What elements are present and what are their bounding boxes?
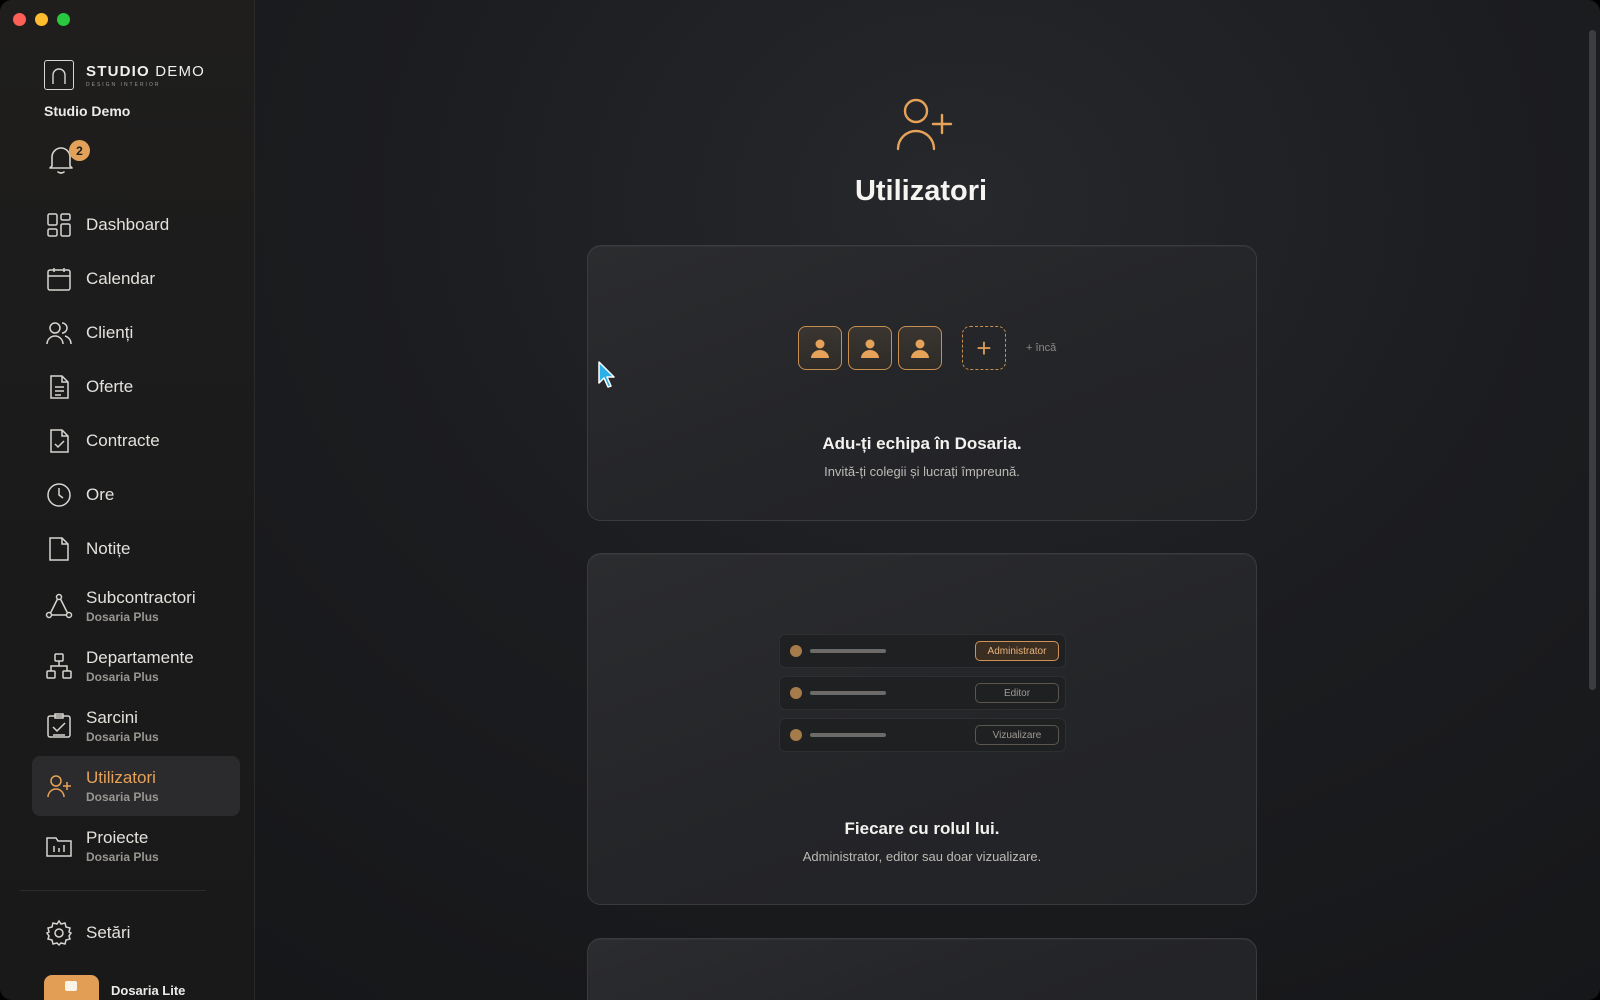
sidebar-item-label: Dashboard (86, 215, 170, 234)
mouse-cursor-icon (598, 361, 615, 388)
member-avatar (798, 326, 842, 370)
member-avatar (848, 326, 892, 370)
studio-name: Studio Demo (44, 103, 131, 119)
brand[interactable]: STUDIO DEMO DESIGN INTERIOR (44, 60, 205, 90)
sidebar-item-label: Notițe (86, 539, 131, 558)
sidebar-item-label: Utilizatori (86, 768, 156, 787)
plan-tag: Dosaria Plus (86, 850, 159, 864)
app-window: STUDIO DEMO DESIGN INTERIOR Studio Demo … (0, 0, 1600, 1000)
add-member-button[interactable]: + (962, 326, 1006, 370)
zoom-window-button[interactable] (57, 13, 70, 26)
sidebar-item-clienti[interactable]: Clienți (32, 306, 240, 360)
person-icon (911, 339, 929, 358)
role-row: Administrator (779, 634, 1066, 668)
sidebar-item-label: Proiecte (86, 828, 149, 847)
sidebar-item-dashboard[interactable]: Dashboard (32, 198, 240, 252)
team-avatars: + + încă (798, 326, 1056, 370)
brand-logo-icon (44, 60, 74, 90)
sidebar-item-sarcini[interactable]: Sarcini Dosaria Plus (32, 696, 240, 756)
role-chip-editor: Editor (975, 683, 1059, 703)
plan-badge[interactable]: Dosaria Lite (44, 975, 185, 1000)
sidebar-item-subcontractori[interactable]: Subcontractori Dosaria Plus (32, 576, 240, 636)
sidebar-item-oferte[interactable]: Oferte (32, 360, 240, 414)
notification-count-badge: 2 (69, 140, 90, 161)
note-icon (45, 535, 73, 563)
main-content: Utilizatori + + încă Adu-ți echipa în Do… (256, 0, 1586, 1000)
roles-card[interactable]: Administrator Editor Vizualizare Fiecare… (587, 553, 1257, 905)
sidebar-item-calendar[interactable]: Calendar (32, 252, 240, 306)
sidebar-item-notite[interactable]: Notițe (32, 522, 240, 576)
next-card[interactable] (587, 938, 1257, 1000)
window-controls (13, 13, 70, 26)
clock-icon (45, 481, 73, 509)
plan-tag: Dosaria Plus (86, 670, 159, 684)
role-chip-administrator: Administrator (975, 641, 1059, 661)
sidebar-item-ore[interactable]: Ore (32, 468, 240, 522)
sidebar-item-label: Ore (86, 485, 115, 504)
sidebar-item-label: Departamente (86, 648, 194, 667)
name-placeholder (810, 691, 886, 695)
plus-icon: + (976, 332, 992, 363)
roles-preview: Administrator Editor Vizualizare (779, 634, 1066, 760)
org-chart-icon (45, 652, 73, 680)
gear-icon (45, 919, 73, 947)
member-avatar (898, 326, 942, 370)
more-members-label: + încă (1026, 342, 1057, 354)
sidebar-nav: Dashboard Calendar Clienți Oferte Contra… (32, 198, 240, 876)
sidebar-item-departamente[interactable]: Departamente Dosaria Plus (32, 636, 240, 696)
role-row: Editor (779, 676, 1066, 710)
sidebar-item-label: Sarcini (86, 708, 138, 727)
tasks-icon (45, 712, 73, 740)
user-dot (790, 645, 802, 657)
person-icon (861, 339, 879, 358)
plan-tag: Dosaria Plus (86, 610, 159, 624)
plan-tag: Dosaria Plus (86, 790, 159, 804)
user-dot (790, 729, 802, 741)
sidebar-divider (20, 890, 206, 891)
sidebar-item-label: Clienți (86, 323, 134, 342)
sidebar-item-label: Setări (86, 923, 131, 942)
user-dot (790, 687, 802, 699)
minimize-window-button[interactable] (35, 13, 48, 26)
sidebar-item-label: Subcontractori (86, 588, 196, 607)
sidebar: STUDIO DEMO DESIGN INTERIOR Studio Demo … (0, 0, 255, 1000)
plan-label: Dosaria Lite (111, 982, 186, 998)
plan-tag: Dosaria Plus (86, 730, 159, 744)
card-title: Adu-ți echipa în Dosaria. (822, 434, 1022, 453)
sidebar-item-setari[interactable]: Setări (45, 919, 130, 947)
sidebar-item-label: Contracte (86, 431, 160, 450)
invite-team-card[interactable]: + + încă Adu-ți echipa în Dosaria. Invit… (587, 245, 1257, 521)
name-placeholder (810, 733, 886, 737)
person-icon (811, 339, 829, 358)
sidebar-item-proiecte[interactable]: Proiecte Dosaria Plus (32, 816, 240, 876)
role-row: Vizualizare (779, 718, 1066, 752)
user-plus-icon (45, 772, 73, 800)
brand-tagline: DESIGN INTERIOR (86, 81, 161, 88)
scrollbar[interactable] (1589, 30, 1596, 690)
brand-name: STUDIO DEMO (86, 62, 206, 80)
sidebar-item-contracte[interactable]: Contracte (32, 414, 240, 468)
page-title: Utilizatori (854, 175, 988, 207)
name-placeholder (810, 649, 886, 653)
plan-icon (44, 975, 99, 1000)
card-title: Fiecare cu rolul lui. (844, 819, 1000, 838)
role-chip-vizualizare: Vizualizare (975, 725, 1059, 745)
contract-icon (45, 427, 73, 455)
calendar-icon (45, 265, 73, 293)
card-subtitle: Invită-ți colegii și lucrați împreună. (824, 464, 1020, 479)
sidebar-item-label: Calendar (86, 269, 155, 288)
notifications-button[interactable]: 2 (44, 140, 90, 178)
document-icon (45, 373, 73, 401)
dashboard-icon (45, 211, 73, 239)
card-subtitle: Administrator, editor sau doar vizualiza… (802, 849, 1042, 864)
folder-icon (45, 832, 73, 860)
users-icon (45, 319, 73, 347)
sidebar-item-label: Oferte (86, 377, 134, 396)
network-icon (45, 592, 73, 620)
close-window-button[interactable] (13, 13, 26, 26)
sidebar-item-utilizatori[interactable]: Utilizatori Dosaria Plus (32, 756, 240, 816)
user-plus-icon (892, 95, 954, 157)
